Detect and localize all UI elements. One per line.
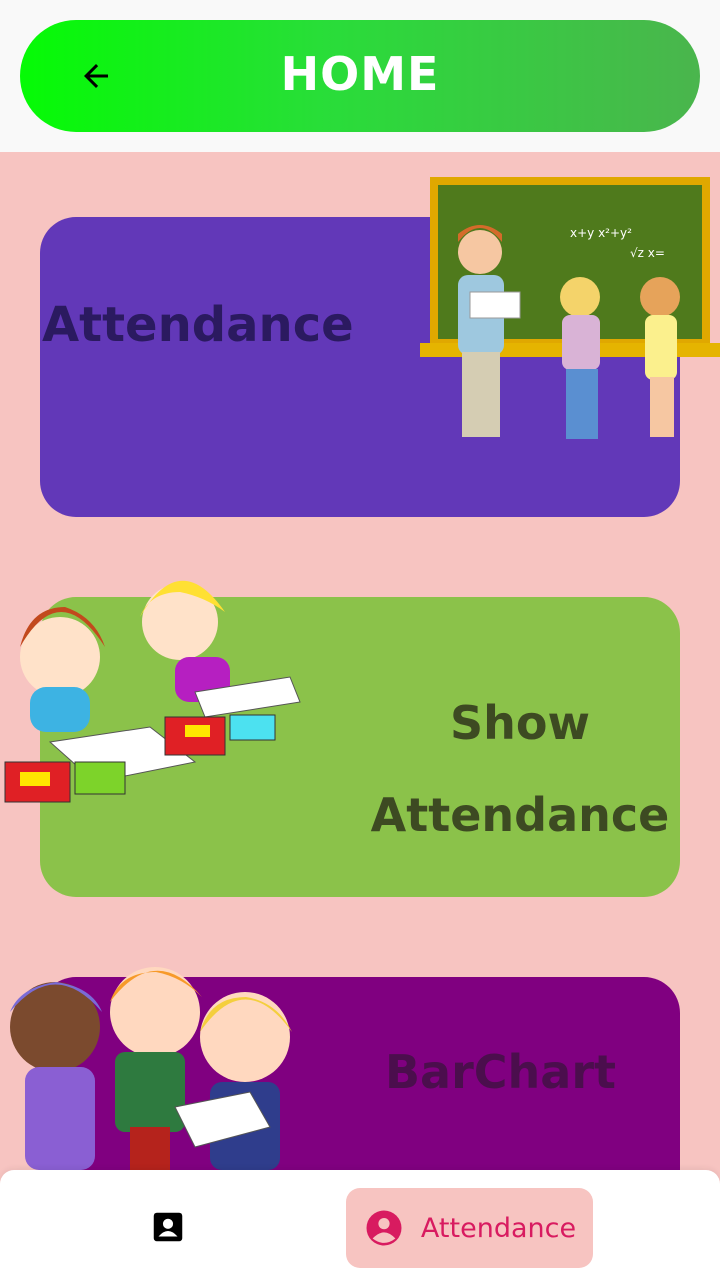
kids-with-books-illustration — [10, 967, 292, 1170]
svg-text:√z x=: √z x= — [630, 246, 665, 260]
attendance-card[interactable]: Attendance x+y x²+y² √z x= — [40, 177, 720, 517]
contact-card-icon — [153, 1212, 183, 1242]
nav-item-attendance-label: Attendance — [420, 1212, 577, 1244]
show-attendance-card-label: Show Attendance — [360, 677, 680, 861]
account-circle-icon — [366, 1210, 402, 1246]
top-app-bar: HOME — [0, 0, 720, 152]
nav-item-attendance[interactable]: Attendance — [346, 1188, 593, 1268]
show-attendance-line-1: Show — [450, 696, 590, 750]
kids-studying-illustration — [4, 580, 301, 803]
teacher-chalkboard-illustration: x+y x²+y² √z x= — [420, 177, 720, 439]
nav-item-profile[interactable] — [120, 1195, 216, 1259]
svg-text:x+y x²+y²: x+y x²+y² — [570, 226, 632, 240]
page-title: HOME — [280, 47, 440, 101]
bottom-navigation: Attendance — [0, 1170, 720, 1280]
attendance-card-label: Attendance — [42, 297, 354, 353]
show-attendance-card[interactable]: Show Attendance — [4, 580, 680, 897]
barchart-card-label: BarChart — [385, 1045, 617, 1099]
show-attendance-line-2: Attendance — [370, 788, 670, 842]
